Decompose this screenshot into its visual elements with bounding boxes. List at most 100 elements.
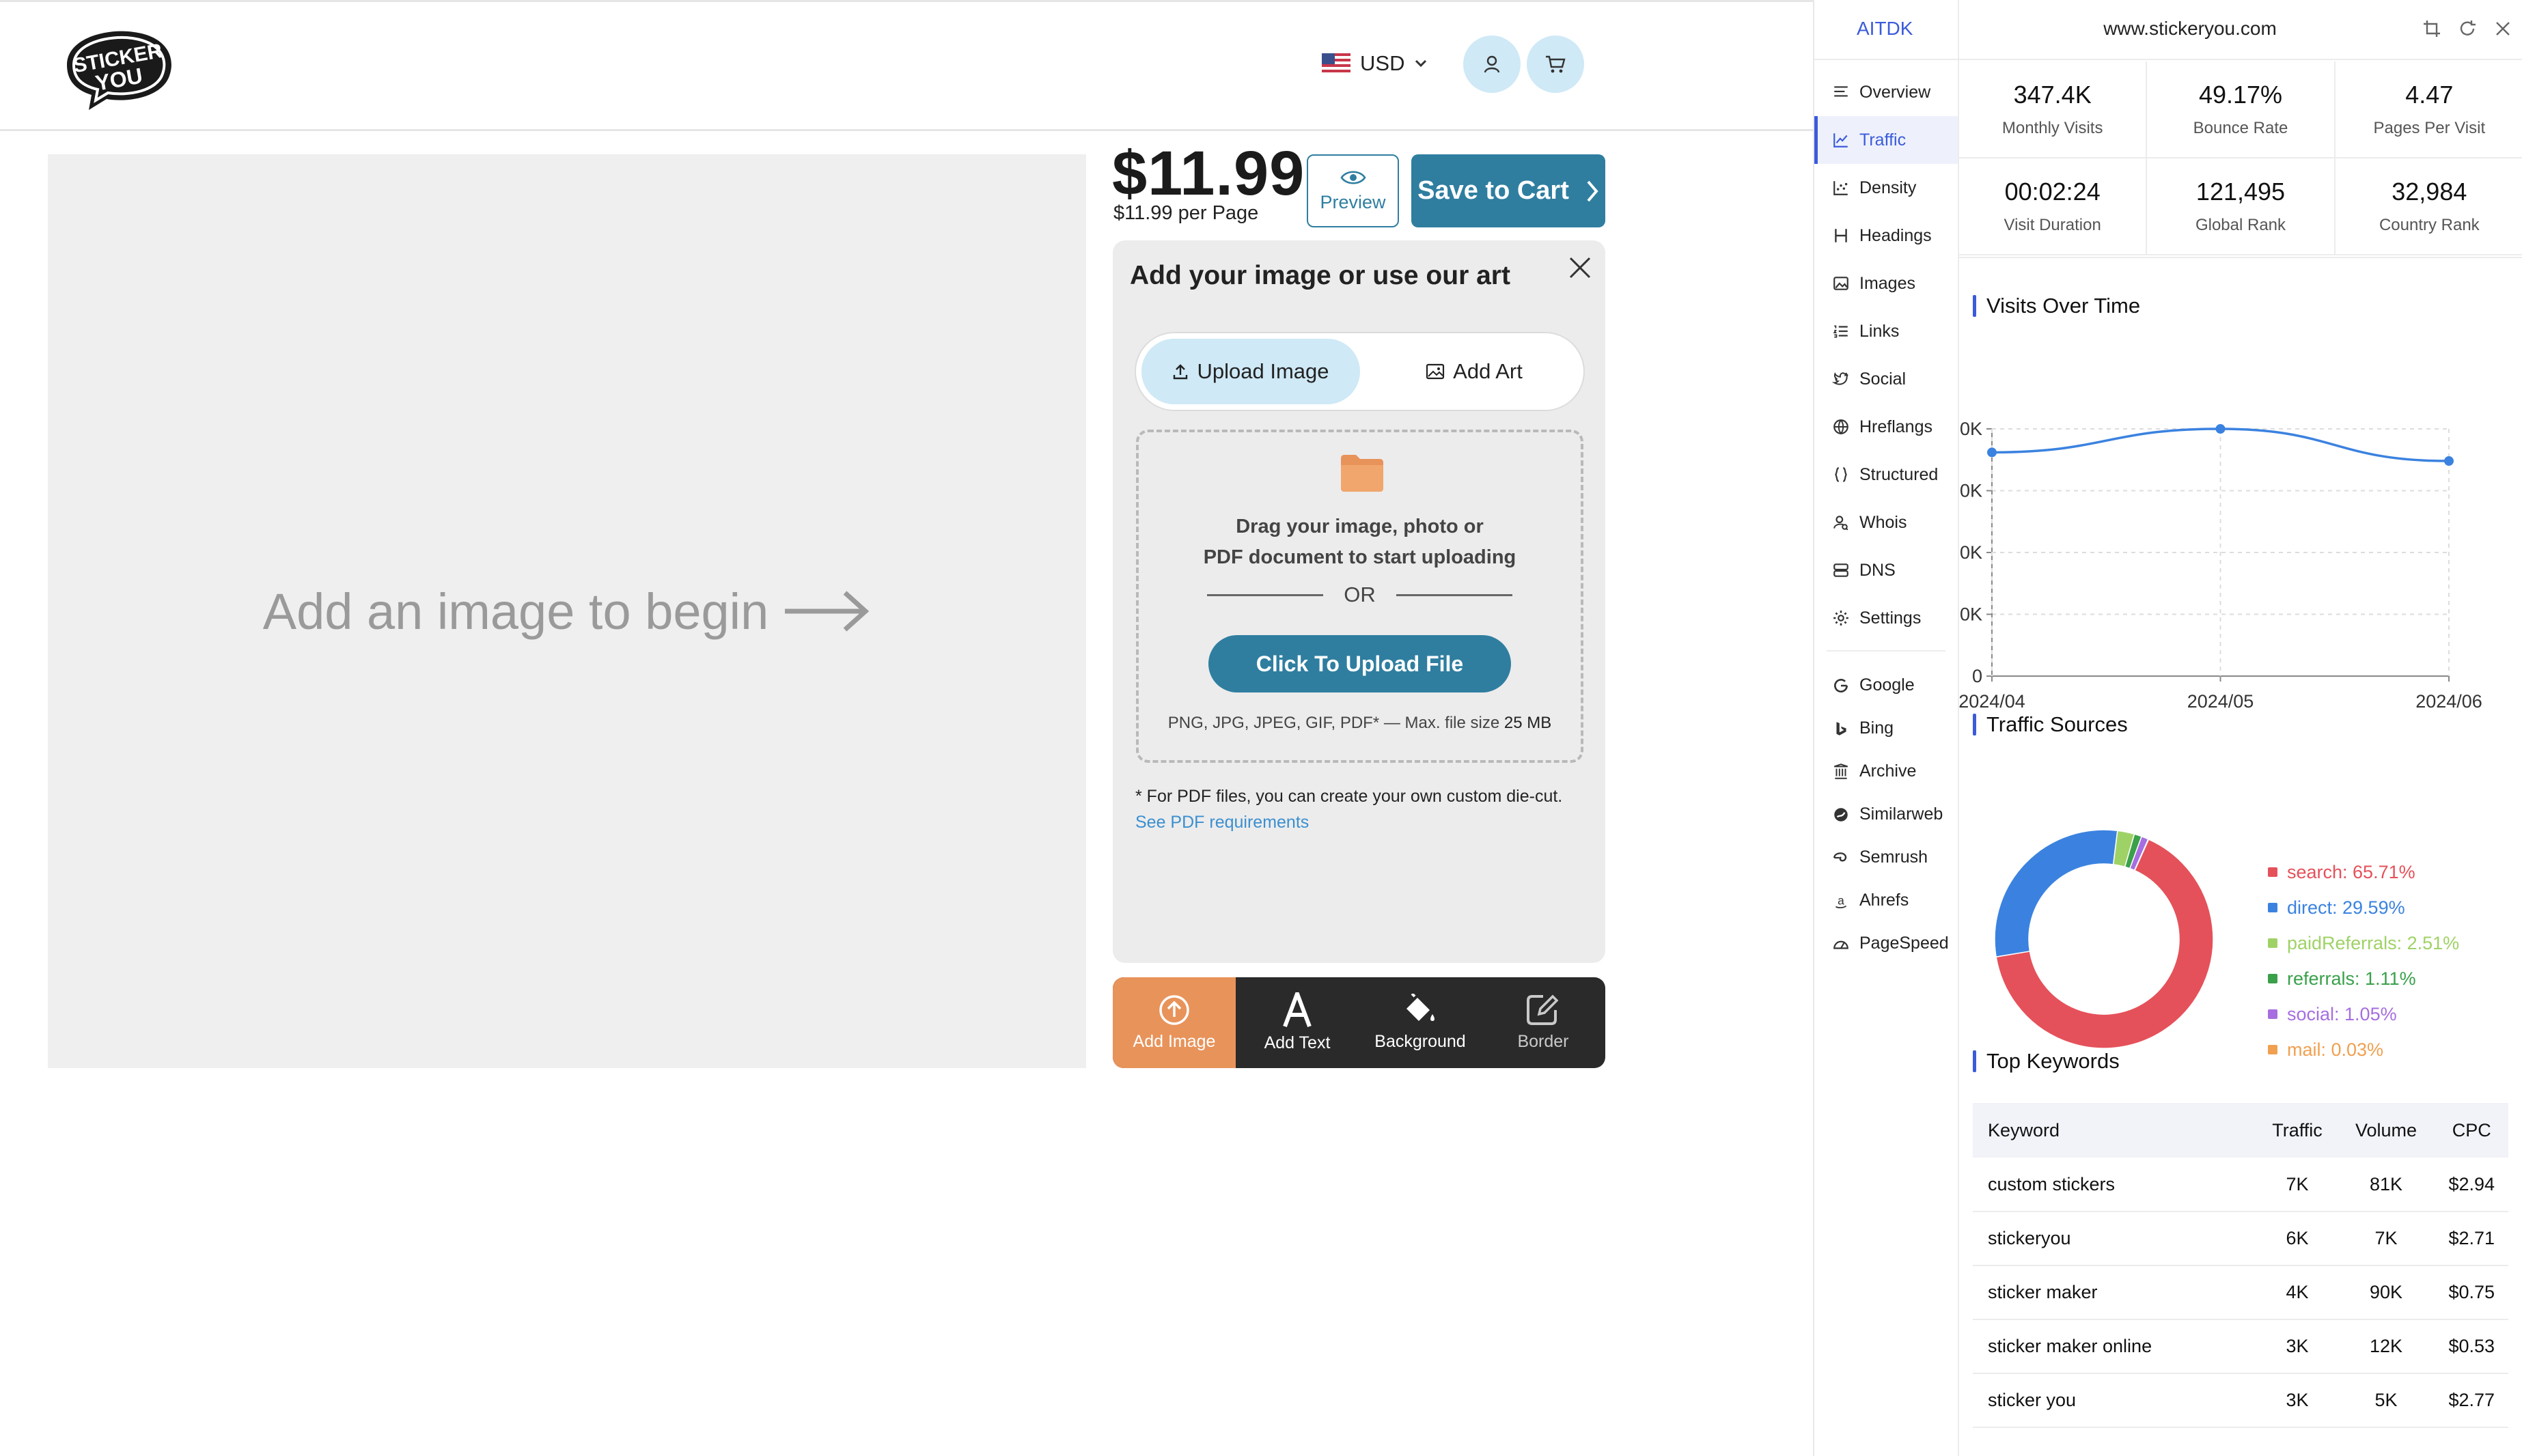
column-header[interactable]: Keyword (1973, 1103, 2258, 1158)
legend-item[interactable]: social: 1.05% (2268, 996, 2459, 1032)
extension-sidebar: Overview Traffic Density Headings Images Link… (1814, 68, 1958, 965)
legend-item[interactable]: direct: 29.59% (2268, 890, 2459, 925)
account-button[interactable] (1463, 36, 1521, 93)
currency-selector[interactable]: USD (1322, 47, 1428, 80)
keywords-body: custom stickers 7K 81K $2.94 stickeryou 6K 7K $… (1973, 1158, 2508, 1428)
sidebar-item-links[interactable]: Links (1814, 307, 1958, 355)
tool-border-label: Border (1517, 1032, 1569, 1051)
sidebar-item-traffic[interactable]: Traffic (1814, 116, 1958, 164)
column-header[interactable]: Volume (2337, 1103, 2435, 1158)
sidebar-item-density[interactable]: Density (1814, 164, 1958, 212)
screen: STICKER YOU USD Add an image to begin $1… (0, 0, 2522, 1456)
tool-link-label: Similarweb (1859, 804, 1943, 824)
sidebar-item-images[interactable]: Images (1814, 260, 1958, 307)
metric-value: 121,495 (2195, 178, 2286, 206)
table-row[interactable]: custom stickers 7K 81K $2.94 (1973, 1158, 2508, 1212)
tab-upload-image[interactable]: Upload Image (1141, 339, 1360, 404)
traffic-sources-title: Traffic Sources (1973, 712, 2128, 737)
tool-border[interactable]: Border (1482, 977, 1605, 1068)
click-to-upload-button[interactable]: Click To Upload File (1208, 635, 1511, 692)
table-cell: 5K (2337, 1373, 2435, 1428)
metric-card: 121,495 Global Rank (2147, 158, 2336, 255)
tool-link-ahrefs[interactable]: a Ahrefs (1814, 879, 1958, 922)
legend-swatch (2268, 974, 2277, 983)
design-canvas[interactable]: Add an image to begin (48, 154, 1086, 1068)
close-panel-button[interactable] (1566, 254, 1594, 281)
sidebar-item-label: Structured (1859, 464, 1939, 484)
sidebar-item-settings[interactable]: Settings (1814, 594, 1958, 642)
archive-icon (1833, 763, 1848, 779)
pdf-requirements-link[interactable]: See PDF requirements (1135, 813, 1309, 832)
table-cell: $2.94 (2435, 1158, 2508, 1212)
tool-link-archive[interactable]: Archive (1814, 750, 1958, 793)
currency-label: USD (1360, 51, 1405, 75)
table-cell: 3K (2257, 1373, 2338, 1428)
table-row[interactable]: sticker maker 4K 90K $0.75 (1973, 1265, 2508, 1320)
sidebar-item-dns[interactable]: DNS (1814, 546, 1958, 594)
refresh-icon[interactable] (2458, 19, 2477, 38)
stickeryou-logo[interactable]: STICKER YOU (53, 23, 180, 111)
legend-item[interactable]: paidReferrals: 2.51% (2268, 925, 2459, 961)
eye-icon (1340, 171, 1366, 184)
tab-add-art-label: Add Art (1453, 359, 1523, 383)
table-cell: sticker you (1973, 1373, 2258, 1428)
data-point (1987, 447, 1997, 458)
sidebar-item-overview[interactable]: Overview (1814, 68, 1958, 116)
tool-link-similarweb[interactable]: Similarweb (1814, 793, 1958, 836)
tab-add-art[interactable]: Add Art (1368, 339, 1580, 404)
sidebar-item-structured[interactable]: Structured (1814, 451, 1958, 499)
cart-button[interactable] (1527, 36, 1584, 93)
legend-swatch (2268, 1045, 2277, 1054)
upload-circle-icon (1159, 995, 1189, 1025)
tool-add-text[interactable]: Add Text (1236, 977, 1359, 1068)
donut-slice[interactable] (1994, 829, 2118, 957)
table-cell: 90K (2337, 1265, 2435, 1320)
tool-add-image[interactable]: Add Image (1113, 977, 1236, 1068)
sidebar-item-social[interactable]: Social (1814, 355, 1958, 403)
tool-link-bing[interactable]: Bing (1814, 707, 1958, 750)
legend-item[interactable]: search: 65.71% (2268, 854, 2459, 890)
close-icon[interactable] (2493, 19, 2512, 38)
close-icon (1569, 257, 1591, 279)
column-header[interactable]: Traffic (2257, 1103, 2338, 1158)
sidebar-item-headings[interactable]: Headings (1814, 212, 1958, 260)
preview-button[interactable]: Preview (1307, 154, 1399, 227)
legend-label: search: 65.71% (2287, 861, 2415, 882)
tool-link-label: PageSpeed (1859, 934, 1949, 953)
legend-swatch (2268, 938, 2277, 948)
legend-item[interactable]: referrals: 1.11% (2268, 961, 2459, 996)
drop-instructions: Drag your image, photo or PDF document t… (1203, 516, 1516, 568)
data-point (2215, 424, 2226, 434)
tool-background[interactable]: Background (1359, 977, 1482, 1068)
metric-card: 347.4K Monthly Visits (1959, 61, 2148, 158)
legend-item[interactable]: mail: 0.03% (2268, 1032, 2459, 1067)
density-icon (1833, 181, 1848, 195)
y-tick-label: 300K (1959, 481, 1982, 501)
legend-label: direct: 29.59% (2287, 897, 2405, 918)
crop-icon[interactable] (2422, 19, 2441, 38)
extension-header: AITDK www.stickeryou.com (1814, 0, 2522, 60)
preview-label: Preview (1320, 192, 1386, 212)
price: $11.99 (1112, 139, 1305, 208)
legend-swatch (2268, 1009, 2277, 1019)
chevron-right-icon (1587, 180, 1598, 201)
table-cell: $0.53 (2435, 1319, 2508, 1374)
tool-link-semrush[interactable]: Semrush (1814, 836, 1958, 879)
data-point (2444, 456, 2454, 466)
save-to-cart-button[interactable]: Save to Cart (1411, 154, 1605, 227)
table-row[interactable]: sticker you 3K 5K $2.77 (1973, 1373, 2508, 1428)
upload-dropzone[interactable]: Drag your image, photo or PDF document t… (1136, 430, 1583, 763)
table-row[interactable]: stickeryou 6K 7K $2.71 (1973, 1212, 2508, 1266)
extension-brand[interactable]: AITDK (1857, 18, 1913, 40)
overview-icon (1834, 86, 1848, 97)
column-header[interactable]: CPC (2435, 1103, 2508, 1158)
sidebar-item-whois[interactable]: Whois (1814, 499, 1958, 546)
ahrefs-icon: a (1835, 893, 1847, 908)
legend-label: referrals: 1.11% (2287, 968, 2416, 989)
text-a-icon (1283, 992, 1312, 1028)
tool-link-google[interactable]: Google (1814, 664, 1958, 707)
table-row[interactable]: sticker maker online 3K 12K $0.53 (1973, 1319, 2508, 1374)
sidebar-item-hreflangs[interactable]: Hreflangs (1814, 403, 1958, 451)
or-label: OR (1344, 583, 1376, 606)
tool-link-pagespeed[interactable]: PageSpeed (1814, 922, 1958, 965)
